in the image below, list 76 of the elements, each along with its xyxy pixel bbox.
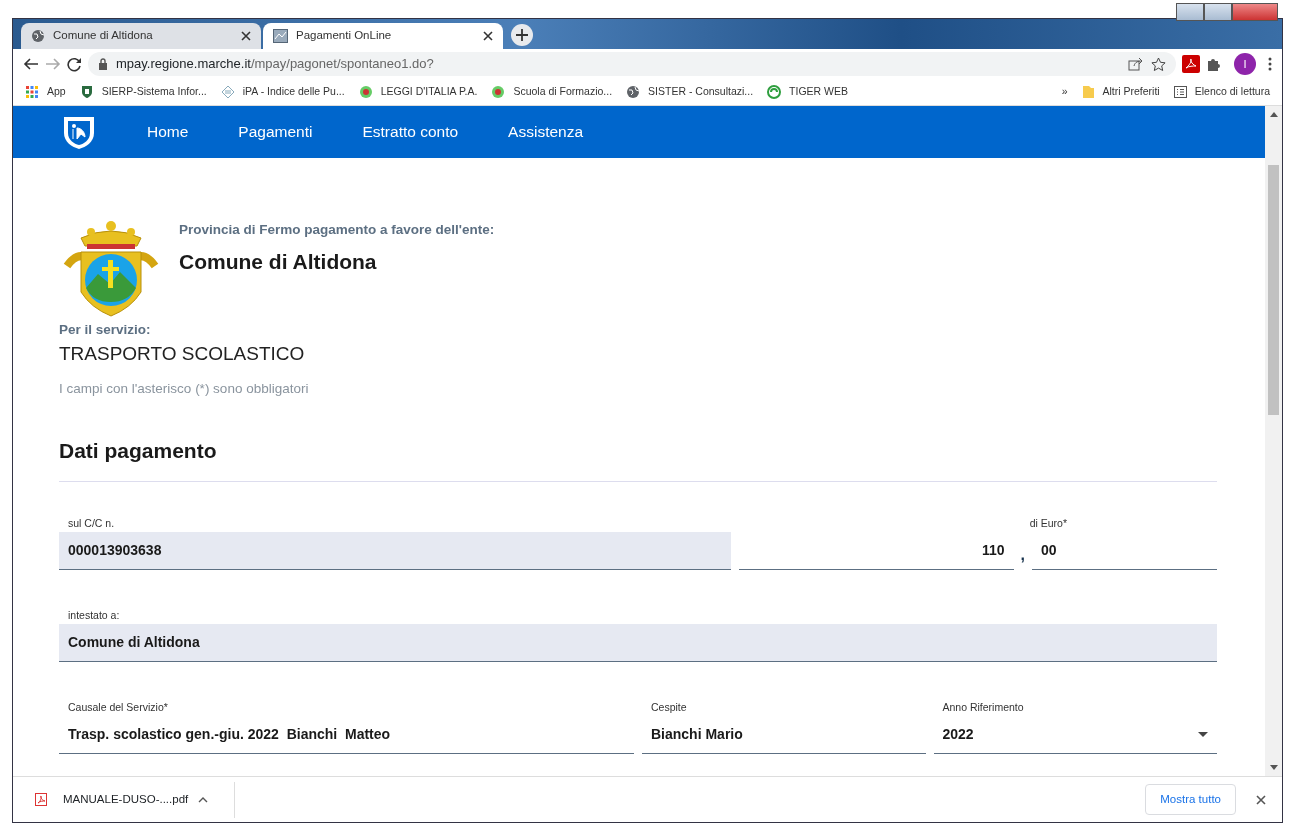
text-field[interactable]: Bianchi Mario [642, 715, 926, 754]
browser-tab[interactable]: Comune di Altidona [21, 23, 261, 49]
minimize-button[interactable] [1176, 3, 1204, 21]
nav-link[interactable]: Home [147, 120, 189, 144]
bookmark-icon [220, 85, 235, 99]
field-label: di Euro* [1028, 515, 1068, 531]
bookmark-item[interactable]: Scuola di Formazio... [491, 84, 613, 100]
browser-tab[interactable]: Pagamenti OnLine [263, 23, 503, 49]
list-icon [1173, 86, 1187, 98]
field-label: Causale del Servizio* [67, 699, 169, 715]
bookmark-item[interactable]: TIGER WEB [767, 84, 848, 100]
amount-cents-field[interactable]: 00 [1032, 531, 1217, 570]
chevron-up-icon[interactable] [198, 796, 209, 803]
field-label: intestato a: [67, 607, 121, 623]
bookmark-icon [767, 85, 782, 99]
nav-link[interactable]: Estratto conto [362, 120, 459, 144]
url-text: mpay.regione.marche.it/mpay/pagonet/spontaneo1.do? [116, 55, 435, 74]
address-bar[interactable]: mpay.regione.marche.it/mpay/pagonet/spontaneo1.do? [88, 52, 1176, 76]
profile-avatar[interactable]: I [1234, 53, 1256, 75]
readonly-field: Comune di Altidona [59, 623, 1217, 662]
menu-icon[interactable] [1268, 57, 1272, 71]
bookmark-icon [626, 85, 641, 99]
nav-link[interactable]: Assistenza [508, 120, 584, 144]
page-icon [273, 29, 288, 43]
bookmark-item[interactable]: LEGGI D'ITALIA P.A. [358, 84, 478, 100]
bookmark-item[interactable]: SISTER - Consultazi... [626, 84, 754, 100]
tab-title: Comune di Altidona [53, 28, 154, 44]
tab-title: Pagamenti OnLine [296, 28, 393, 44]
nav-link[interactable]: Pagamenti [238, 120, 313, 144]
logo-icon[interactable] [61, 114, 97, 150]
bookmark-icon [358, 85, 373, 99]
bookmark-icon [25, 85, 39, 99]
lock-icon [98, 58, 108, 70]
close-icon[interactable] [1256, 794, 1266, 805]
service-label: Per il servizio: [59, 321, 152, 339]
field-label: sul C/C n. [67, 515, 116, 531]
entity-caption: Provincia di Fermo pagamento a favore dell'ente: [179, 221, 495, 239]
other-bookmarks-button[interactable]: Altri Preferiti [1081, 84, 1160, 100]
maximize-button[interactable] [1204, 3, 1232, 21]
readonly-field: 000013903638 [59, 531, 732, 570]
puzzle-icon[interactable] [1206, 56, 1222, 72]
scroll-up-icon [1269, 112, 1278, 117]
download-item[interactable]: MANUALE-DUSO-....pdf [35, 790, 189, 809]
decimal-separator: , [1019, 544, 1026, 565]
star-icon[interactable] [1151, 56, 1166, 72]
section-title: Dati pagamento [59, 435, 1217, 482]
close-button[interactable] [1232, 3, 1278, 21]
scrollbar-thumb[interactable] [1268, 165, 1279, 415]
pdf-extension-icon[interactable] [1182, 55, 1200, 73]
service-name: TRASPORTO SCOLASTICO [59, 342, 306, 367]
amount-integer-field[interactable]: 110 [739, 531, 1014, 570]
entity-name: Comune di Altidona [179, 249, 378, 276]
close-icon[interactable] [241, 31, 251, 41]
field-label: Anno Riferimento [941, 699, 1025, 715]
close-icon[interactable] [483, 31, 493, 41]
new-tab-icon[interactable] [511, 24, 533, 46]
scroll-down-icon [1269, 765, 1278, 770]
back-icon[interactable] [23, 57, 39, 71]
text-field[interactable]: Trasp. scolastico gen.-giu. 2022 Bianchi Matteo [59, 715, 634, 754]
bookmark-item[interactable]: SIERP-Sistema Infor... [79, 84, 207, 100]
reload-icon[interactable] [67, 56, 82, 72]
show-all-button[interactable]: Mostra tutto [1145, 783, 1236, 816]
pdf-file-icon [35, 793, 47, 806]
reading-list-button[interactable]: Elenco di lettura [1173, 84, 1270, 100]
bookmarks-overflow-button[interactable]: » [1061, 84, 1068, 100]
globe-icon [31, 29, 45, 43]
field-label: Cespite [650, 699, 688, 715]
share-icon[interactable] [1128, 57, 1143, 71]
required-fields-note: I campi con l'asterisco (*) sono obbligatori [59, 379, 310, 398]
dropdown-caret-icon [1198, 731, 1208, 737]
folder-icon [1081, 85, 1095, 99]
bookmark-item[interactable]: iPA - Indice delle Pu... [220, 84, 345, 100]
select-field[interactable]: 2022 [933, 715, 1217, 754]
bookmark-icon [79, 85, 94, 99]
bookmark-icon [491, 85, 506, 99]
bookmark-item[interactable]: App [25, 84, 66, 100]
